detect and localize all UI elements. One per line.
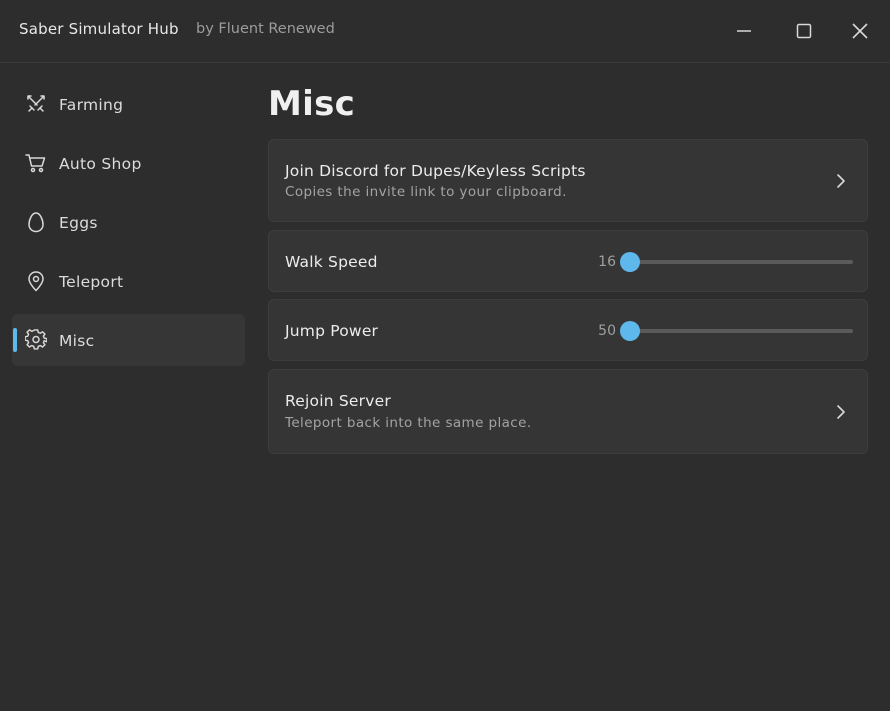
slider-thumb[interactable] [620,321,640,341]
page-title: Misc [268,84,356,124]
card-description: Copies the invite link to your clipboard… [285,184,567,200]
gear-icon [25,329,47,350]
rejoin-server-button[interactable]: Rejoin Server Teleport back into the sam… [268,369,868,454]
sidebar: Farming Auto Shop Eggs Teleport Misc [12,78,245,373]
app-window: Saber Simulator Hub by Fluent Renewed Fa… [0,0,890,711]
window-subtitle: by Fluent Renewed [196,21,335,37]
sidebar-item-label: Misc [59,332,95,350]
join-discord-button[interactable]: Join Discord for Dupes/Keyless Scripts C… [268,139,868,222]
sidebar-item-misc[interactable]: Misc [12,314,245,366]
crossed-swords-icon [27,95,45,112]
active-indicator [13,328,17,352]
sidebar-item-farming[interactable]: Farming [12,78,245,130]
chevron-right-icon [837,174,845,188]
shopping-cart-icon [25,154,46,173]
sidebar-item-label: Auto Shop [59,155,142,173]
jump-power-slider[interactable] [620,321,853,341]
close-icon [852,23,868,39]
maximize-button[interactable] [789,16,819,46]
sidebar-item-label: Eggs [59,214,98,232]
minimize-button[interactable] [729,16,759,46]
slider-label: Jump Power [285,322,379,340]
maximize-icon [796,23,812,39]
chevron-right-icon [837,405,845,419]
sidebar-item-label: Teleport [59,273,124,291]
card-title: Rejoin Server [285,392,391,410]
walk-speed-slider-row: Walk Speed 16 [268,230,868,292]
slider-value: 16 [598,254,616,270]
close-button[interactable] [845,16,875,46]
egg-icon [28,212,44,233]
sidebar-item-eggs[interactable]: Eggs [12,196,245,248]
title-bar[interactable]: Saber Simulator Hub by Fluent Renewed [0,0,890,63]
card-description: Teleport back into the same place. [285,415,532,431]
minimize-icon [737,30,751,32]
sidebar-item-teleport[interactable]: Teleport [12,255,245,307]
walk-speed-slider[interactable] [620,252,853,272]
slider-thumb[interactable] [620,252,640,272]
window-title: Saber Simulator Hub [19,20,179,38]
slider-label: Walk Speed [285,253,378,271]
sidebar-item-auto-shop[interactable]: Auto Shop [12,137,245,189]
sidebar-item-label: Farming [59,96,124,114]
map-pin-icon [28,271,44,292]
card-title: Join Discord for Dupes/Keyless Scripts [285,162,586,180]
jump-power-slider-row: Jump Power 50 [268,299,868,361]
slider-value: 50 [598,323,616,339]
